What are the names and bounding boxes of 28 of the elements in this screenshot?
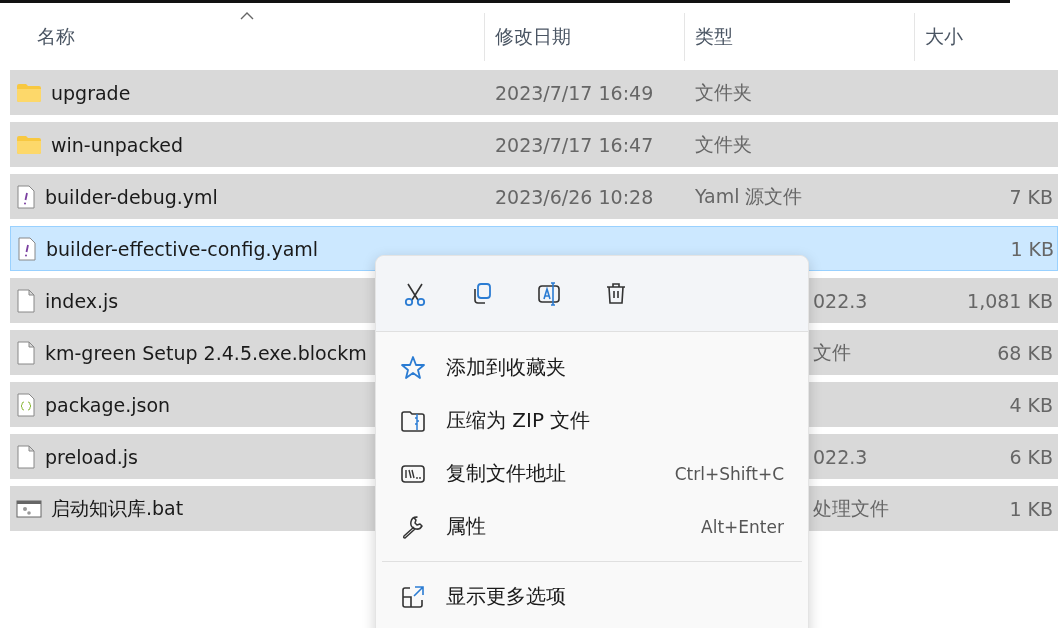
file-type: 文件夹 <box>695 79 752 105</box>
modified-date: 2023/6/26 10:28 <box>495 185 654 208</box>
file-name: index.js <box>45 289 119 312</box>
file-size: 1 KB <box>1010 237 1054 260</box>
file-name: preload.js <box>45 445 138 468</box>
file-name: 启动知识库.bat <box>51 495 184 521</box>
file-size: 6 KB <box>1009 445 1053 468</box>
file-size: 7 KB <box>1009 185 1053 208</box>
file-type: 文件夹 <box>695 131 752 157</box>
file-name: upgrade <box>51 81 131 104</box>
file-name: builder-debug.yml <box>45 185 218 208</box>
modified-date: 2023/7/17 16:47 <box>495 133 654 156</box>
file-type: Yaml 源文件 <box>695 183 803 209</box>
file-size: 68 KB <box>997 341 1053 364</box>
shortcut-hint: Ctrl+Shift+C <box>674 463 784 484</box>
shortcut-hint: Alt+Enter <box>701 516 784 537</box>
file-type: 处理文件 <box>813 495 889 521</box>
file-type: 022.3 <box>813 289 868 312</box>
file-type: 022.3 <box>813 445 868 468</box>
file-size: 1,081 KB <box>967 289 1053 312</box>
file-name: package.json <box>45 393 171 416</box>
file-name: km-green Setup 2.4.5.exe.blockm <box>45 341 367 364</box>
file-name: builder-effective-config.yaml <box>46 237 319 260</box>
file-size: 4 KB <box>1009 393 1053 416</box>
file-type: 文件 <box>813 339 851 365</box>
file-size: 1 KB <box>1009 497 1053 520</box>
modified-date: 2023/7/17 16:49 <box>495 81 654 104</box>
file-name: win-unpacked <box>51 133 184 156</box>
